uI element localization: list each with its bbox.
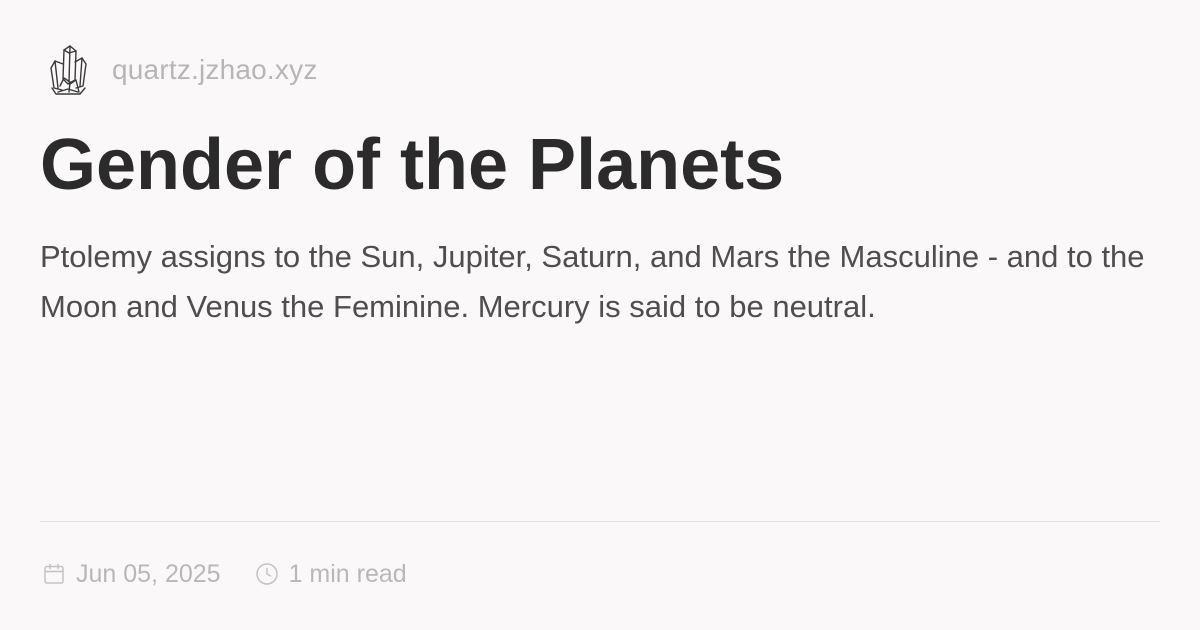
crystal-icon: [50, 45, 87, 95]
calendar-icon: [44, 563, 64, 584]
page-title: Gender of the Planets: [40, 125, 785, 205]
publish-date: Jun 05, 2025: [76, 559, 221, 588]
site-header: quartz.jzhao.xyz: [46, 40, 318, 100]
clock-icon: [255, 563, 278, 585]
reading-time-meta: 1 min read: [255, 560, 407, 589]
date-meta: Jun 05, 2025: [42, 560, 221, 589]
reading-time: 1 min read: [288, 559, 407, 588]
page-description: Ptolemy assigns to the Sun, Jupiter, Sat…: [40, 239, 1145, 324]
site-name[interactable]: quartz.jzhao.xyz: [112, 54, 318, 86]
article-meta: Jun 05, 2025 1 min read: [42, 556, 407, 592]
divider: [40, 521, 1160, 522]
